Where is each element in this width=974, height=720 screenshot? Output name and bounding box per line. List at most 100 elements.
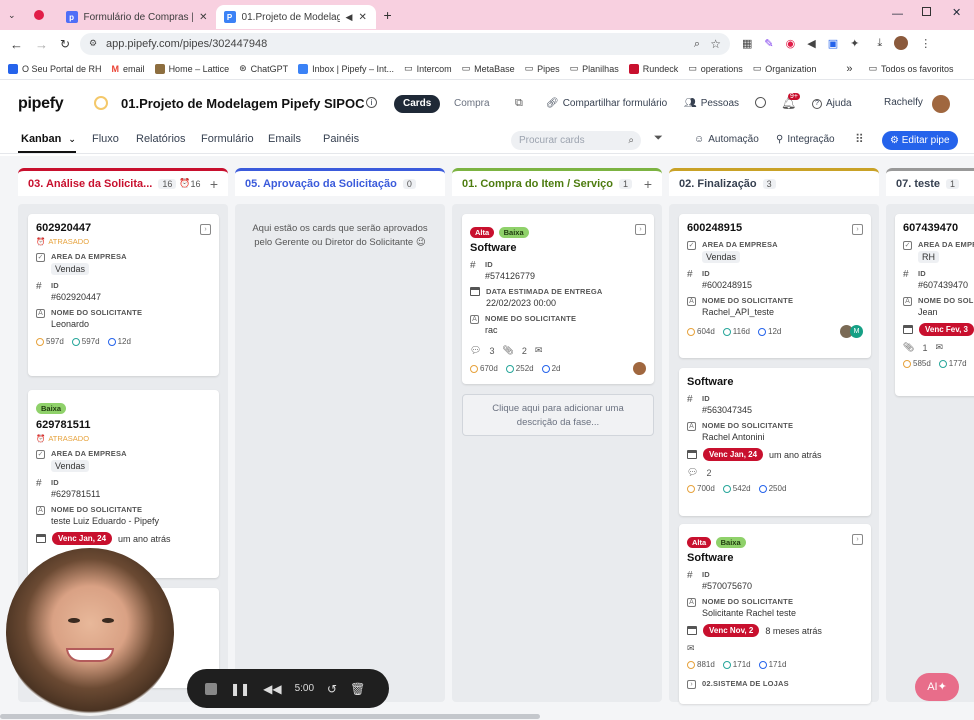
card[interactable]: Baixa 629781511 ⏰ ATRASADO ✓ AREA DA EMPRE… — [28, 390, 219, 578]
bookmark-item[interactable]: Rundeck — [628, 63, 678, 74]
reload-icon[interactable]: ↻ — [60, 37, 70, 51]
phase-description-button[interactable]: Clique aqui para adicionar uma descrição… — [462, 394, 654, 436]
pipe-title[interactable]: 01.Projeto de Modelagem Pipefy SIPOC — [121, 96, 364, 111]
pen-extension-icon[interactable]: ✎ — [764, 37, 773, 50]
all-bookmarks-button[interactable]: ▭ Todos os favoritos — [868, 63, 953, 74]
browser-tab-active[interactable]: P 01.Projeto de Modelagem P ◀ ✕ — [215, 5, 376, 29]
ai-assistant-button[interactable]: AI✦ — [915, 673, 959, 701]
extension-icon[interactable]: ▣ — [828, 37, 838, 50]
people-button[interactable]: 👥︎ Pessoas — [684, 98, 739, 109]
automation-button[interactable]: ☺ Automação — [694, 134, 759, 145]
expand-icon[interactable]: › — [852, 224, 863, 235]
bookmark-item[interactable]: ▭ MetaBase — [462, 63, 515, 74]
bookmark-item[interactable]: Memail — [112, 64, 145, 74]
metric-value: 116d — [732, 327, 750, 336]
user-avatar[interactable] — [932, 95, 950, 113]
extension-icon[interactable]: ▦ — [742, 37, 752, 50]
zoom-icon[interactable]: ⌕ — [694, 38, 700, 51]
forward-icon[interactable]: → — [35, 37, 48, 52]
expand-icon[interactable]: › — [200, 224, 211, 235]
new-tab-button[interactable]: + — [384, 7, 392, 23]
add-card-icon[interactable]: + — [644, 176, 652, 192]
card[interactable]: 602920447 › ⏰ ATRASADO ✓ AREA DA EMPRESA Ve… — [28, 214, 219, 376]
tab-paineis[interactable]: Painéis — [323, 133, 359, 145]
card[interactable]: 600248915 › ✓ AREA DA EMPRESA Vendas # ID #6… — [679, 214, 871, 358]
bookmark-label: Inbox | Pipefy – Int... — [312, 63, 395, 74]
card[interactable]: Alta Baixa › Software # ID #574126779 DATA… — [462, 214, 654, 384]
pause-icon[interactable]: ❚❚ — [230, 682, 250, 696]
bookmark-item[interactable]: ▭ Pipes — [525, 63, 560, 74]
bookmark-item[interactable]: O Seu Portal de RH — [8, 63, 102, 74]
bookmark-item[interactable]: ▭ operations — [688, 63, 743, 74]
compras-button[interactable]: Compra — [454, 98, 490, 109]
tab-emails[interactable]: Emails — [268, 133, 301, 145]
restart-icon[interactable]: ↺ — [327, 682, 337, 696]
folder-icon: ▭ — [404, 63, 413, 73]
more-bookmarks-button[interactable]: » — [846, 63, 852, 75]
card[interactable]: Software # ID #563047345 A NOME DO SOLICITA… — [679, 368, 871, 516]
site-info-icon[interactable]: ⚙ — [89, 38, 97, 49]
bookmark-item[interactable]: Inbox | Pipefy – Int... — [298, 63, 395, 74]
menu-icon[interactable]: ⋮ — [920, 37, 931, 50]
bookmark-item[interactable]: ▭ Organization — [753, 63, 817, 74]
checkbox-field-icon: ✓ — [36, 253, 45, 262]
bookmark-item[interactable]: Home – Lattice — [154, 63, 229, 74]
star-icon[interactable]: ☆ — [710, 37, 721, 51]
phase-header[interactable]: 07. teste 1 — [886, 168, 974, 196]
card[interactable]: Alta Baixa › Software # ID #570075670 A NOM… — [679, 524, 871, 704]
due-relative: um ano atrás — [769, 449, 822, 460]
extension-icon[interactable]: ◉ — [786, 37, 796, 50]
metric-value: 2d — [551, 364, 561, 373]
stop-icon[interactable] — [205, 682, 217, 695]
audio-extension-icon[interactable]: ◀ — [807, 37, 815, 50]
face-eye — [68, 618, 80, 623]
field-area: ✓ AREA DA EMPRESA RH — [903, 240, 974, 263]
trash-icon[interactable]: 🗑︎ — [350, 682, 365, 696]
cards-toggle-button[interactable]: Cards — [394, 95, 441, 113]
filter-icon[interactable]: ⏷ — [654, 132, 663, 145]
rewind-icon[interactable]: ◀◀ — [263, 682, 281, 696]
maximize-icon[interactable] — [922, 7, 931, 16]
audio-icon[interactable]: ◀ — [346, 12, 353, 23]
card[interactable]: 607439470 ✓ AREA DA EMPRESA RH # ID #6074394… — [895, 214, 974, 396]
help-button[interactable]: ? Ajuda — [812, 98, 852, 109]
tab-kanban[interactable]: Kanban ⌄ — [21, 133, 76, 145]
phase-header[interactable]: 05. Aprovação da Solicitação 0 — [235, 168, 445, 196]
add-card-icon[interactable]: + — [210, 176, 218, 192]
card-counters: ✉ — [687, 643, 863, 654]
apps-grid-icon[interactable]: ⠿ — [855, 132, 864, 146]
minimize-icon[interactable]: — — [892, 8, 903, 20]
expand-icon[interactable]: › — [635, 224, 646, 235]
metric-item: 585d — [903, 359, 931, 368]
back-icon[interactable]: ← — [10, 37, 23, 52]
profile-avatar[interactable] — [894, 36, 909, 50]
clock-icon[interactable] — [755, 97, 766, 108]
phase-header[interactable]: 03. Análise da Solicita... 16 ⏰ 16 + — [18, 168, 228, 196]
phase-header[interactable]: 01. Compra do Item / Serviço 1 + — [452, 168, 662, 196]
tab-formulario[interactable]: Formulário — [201, 133, 254, 145]
tab-relatorios[interactable]: Relatórios — [136, 133, 186, 145]
tab-close-icon[interactable]: ✕ — [199, 12, 207, 23]
integration-button[interactable]: ⚲ Integração — [776, 134, 835, 145]
bookmark-item[interactable]: ▭ Planilhas — [570, 63, 619, 74]
bookmark-item[interactable]: ⊛ ChatGPT — [239, 63, 288, 74]
info-icon[interactable]: i — [366, 97, 377, 108]
puzzle-icon[interactable]: ✦ — [850, 37, 859, 50]
search-cards-input[interactable]: Procurar cards ⌕ — [511, 131, 641, 150]
edit-pipe-button[interactable]: ⚙ Editar pipe — [882, 131, 958, 150]
close-window-icon[interactable]: ✕ — [952, 6, 961, 19]
phase-header[interactable]: 02. Finalização 3 — [669, 168, 879, 196]
tab-close-icon[interactable]: ✕ — [358, 12, 366, 23]
pipefy-logo[interactable]: pipefy — [18, 95, 64, 113]
hash-icon: # — [687, 269, 693, 280]
connections-icon[interactable]: ⧉ — [515, 97, 523, 110]
tab-search-icon[interactable]: ⌄ — [8, 10, 16, 21]
tab-fluxo[interactable]: Fluxo — [92, 133, 119, 145]
share-form-button[interactable]: 🔗︎ Compartilhar formulário — [546, 98, 667, 109]
browser-tab[interactable]: p Formulário de Compras | Rach ✕ — [58, 5, 216, 29]
address-bar[interactable]: ⚙ app.pipefy.com/pipes/302447948 ⌕ ☆ — [80, 33, 730, 55]
user-name[interactable]: Rachelfy — [884, 97, 923, 108]
download-icon[interactable]: ⤓ — [877, 37, 882, 50]
bookmark-item[interactable]: ▭ Intercom — [404, 63, 452, 74]
expand-icon[interactable]: › — [852, 534, 863, 545]
